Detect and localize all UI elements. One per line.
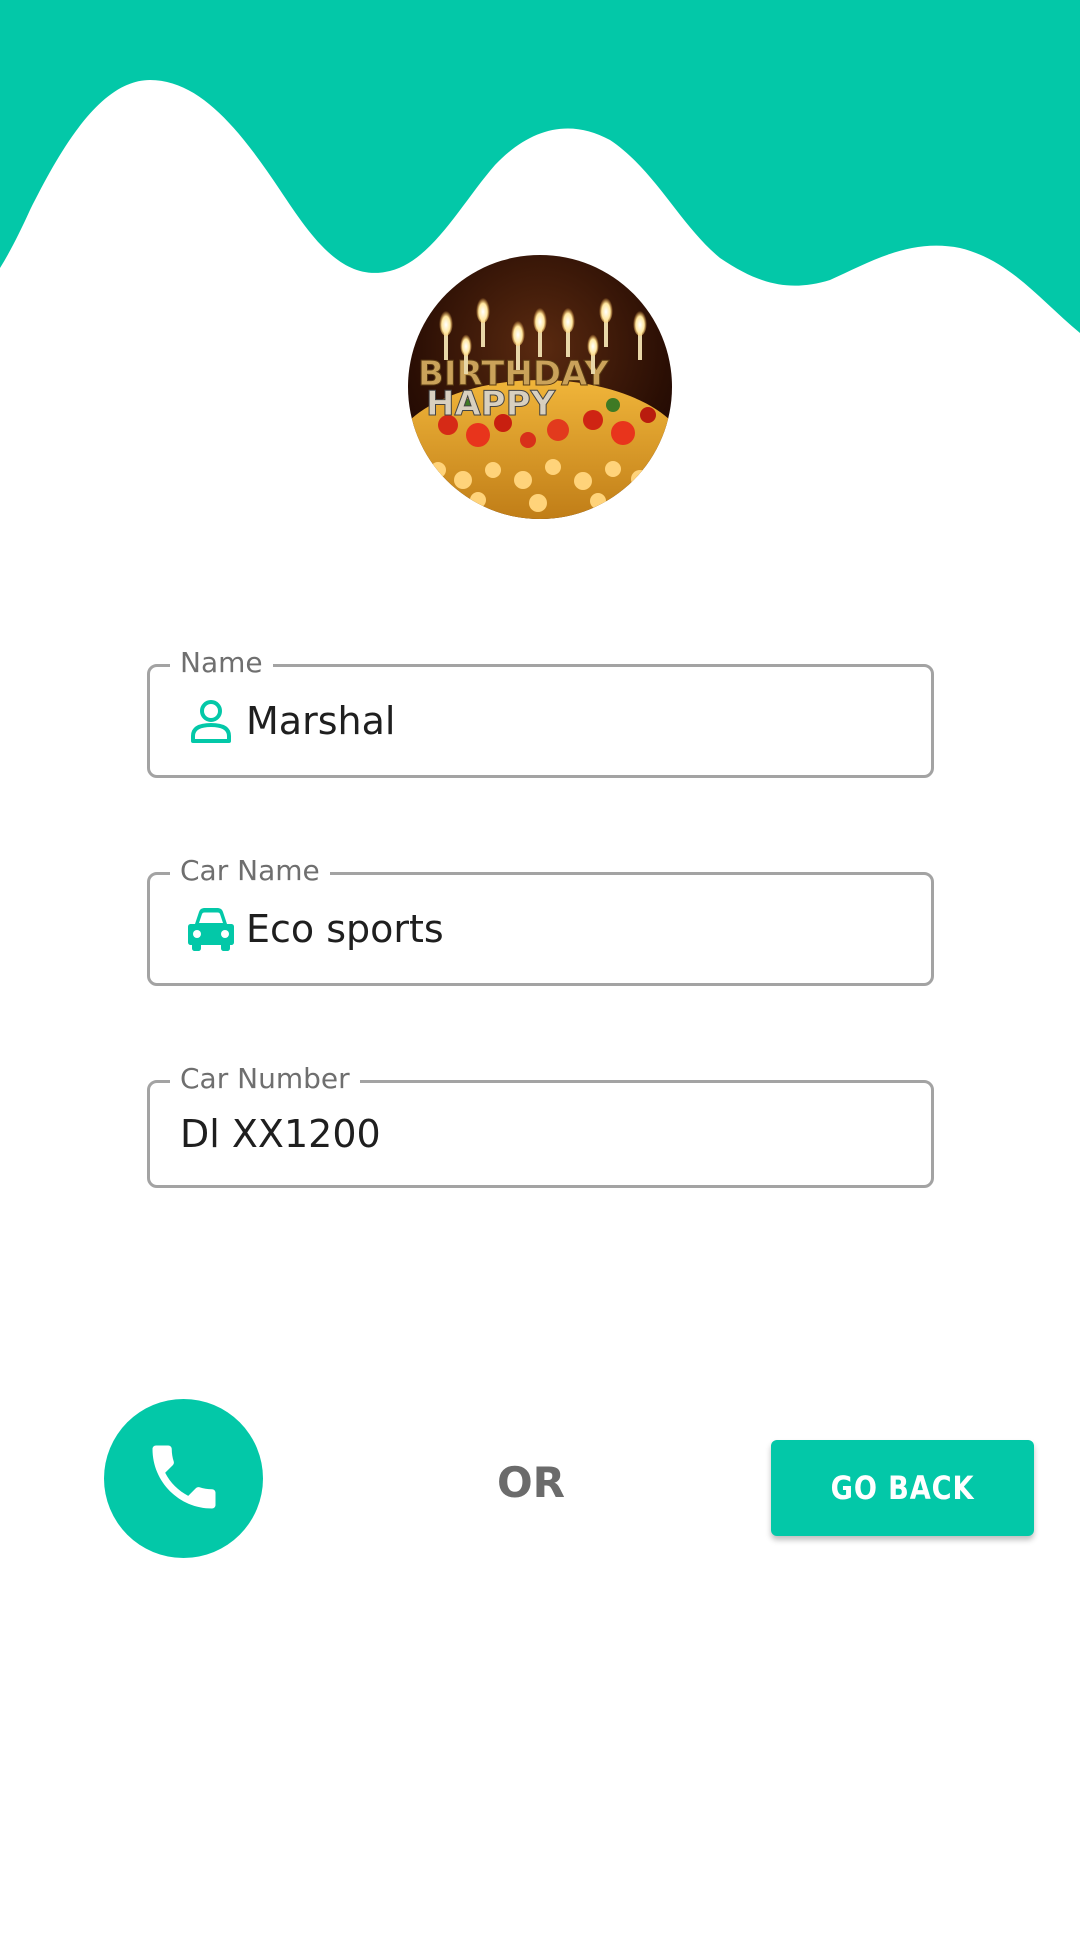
phone-icon [142, 1435, 226, 1523]
go-back-button[interactable]: GO BACK [771, 1440, 1034, 1536]
name-input[interactable]: Marshal [246, 699, 395, 743]
car-number-field[interactable]: Car Number Dl XX1200 [147, 1059, 934, 1188]
car-number-input[interactable]: Dl XX1200 [180, 1112, 381, 1156]
car-icon [186, 904, 236, 954]
svg-text:HAPPY: HAPPY [426, 384, 556, 424]
go-back-label: GO BACK [830, 1469, 975, 1507]
name-field[interactable]: Name Marshal [147, 643, 934, 778]
screen: BIRTHDAY HAPPY Name Marshal Car Name Eco… [0, 0, 1080, 1952]
birthday-cake-image: BIRTHDAY HAPPY [408, 255, 672, 519]
call-button[interactable] [104, 1399, 263, 1558]
or-separator: OR [496, 1458, 566, 1507]
car-name-input[interactable]: Eco sports [246, 907, 444, 951]
person-icon [186, 696, 236, 746]
car-name-field[interactable]: Car Name Eco sports [147, 851, 934, 986]
avatar: BIRTHDAY HAPPY [408, 255, 672, 519]
